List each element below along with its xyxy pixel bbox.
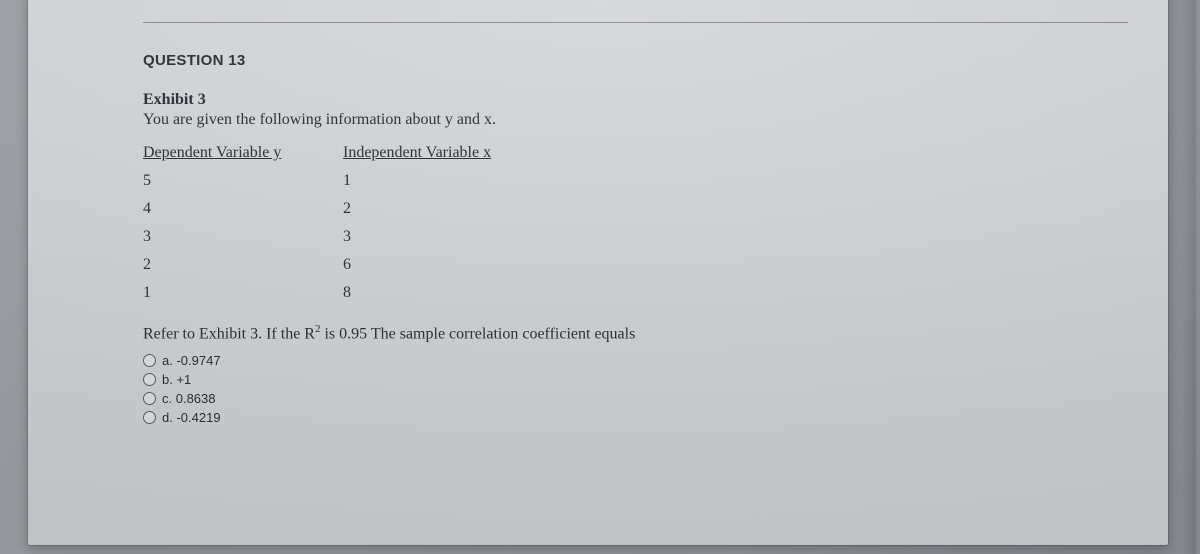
table-row: 4 2: [143, 195, 1108, 223]
cell-x: 6: [343, 251, 563, 279]
cell-x: 1: [343, 167, 563, 195]
divider: [143, 22, 1128, 23]
option-a[interactable]: a. -0.9747: [143, 351, 1108, 370]
table-header-row: Dependent Variable y Independent Variabl…: [143, 139, 1108, 167]
radio-d[interactable]: [143, 411, 156, 424]
option-c[interactable]: c. 0.8638: [143, 389, 1108, 408]
table-row: 2 6: [143, 251, 1108, 279]
option-b-label[interactable]: b. +1: [162, 372, 191, 387]
option-d[interactable]: d. -0.4219: [143, 408, 1108, 427]
exhibit-block: Exhibit 3 You are given the following in…: [143, 91, 1108, 307]
prompt-pre: Refer to Exhibit 3. If the R: [143, 325, 315, 342]
option-b[interactable]: b. +1: [143, 370, 1108, 389]
cell-y: 2: [143, 251, 343, 279]
radio-c[interactable]: [143, 392, 156, 405]
question-card: QUESTION 13 Exhibit 3 You are given the …: [28, 0, 1168, 545]
question-prompt: Refer to Exhibit 3. If the R2 is 0.95 Th…: [143, 323, 1108, 343]
radio-a[interactable]: [143, 354, 156, 367]
col-header-y: Dependent Variable y: [143, 139, 343, 167]
col-header-x: Independent Variable x: [343, 139, 563, 167]
cell-y: 4: [143, 195, 343, 223]
answer-options: a. -0.9747 b. +1 c. 0.8638 d. -0.4219: [143, 351, 1108, 427]
table-row: 5 1: [143, 167, 1108, 195]
cell-x: 3: [343, 223, 563, 251]
exhibit-intro: You are given the following information …: [143, 111, 1108, 129]
option-a-label[interactable]: a. -0.9747: [162, 353, 221, 368]
cell-y: 3: [143, 223, 343, 251]
cell-x: 2: [343, 195, 563, 223]
table-row: 1 8: [143, 279, 1108, 307]
cell-x: 8: [343, 279, 563, 307]
radio-b[interactable]: [143, 373, 156, 386]
screen-right-shadow: [1182, 0, 1196, 554]
option-d-label[interactable]: d. -0.4219: [162, 410, 221, 425]
table-row: 3 3: [143, 223, 1108, 251]
exhibit-title: Exhibit 3: [143, 91, 1108, 109]
option-c-label[interactable]: c. 0.8638: [162, 391, 216, 406]
cell-y: 5: [143, 167, 343, 195]
question-number: QUESTION 13: [143, 52, 1108, 69]
prompt-post: is 0.95 The sample correlation coefficie…: [320, 325, 635, 342]
question-content: QUESTION 13 Exhibit 3 You are given the …: [143, 52, 1108, 427]
cell-y: 1: [143, 279, 343, 307]
